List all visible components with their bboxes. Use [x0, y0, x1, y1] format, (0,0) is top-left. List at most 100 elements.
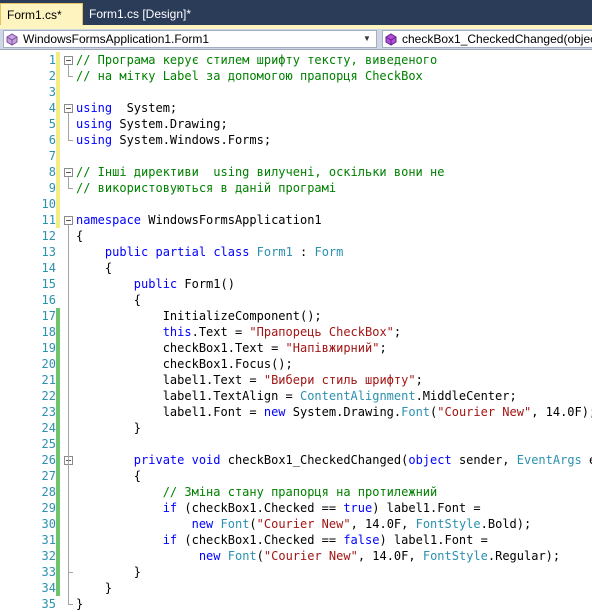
code-line[interactable]: public partial class Form1 : Form — [76, 244, 343, 260]
code-token: Form1 — [256, 245, 293, 259]
collapse-toggle-icon[interactable] — [64, 216, 73, 225]
outline-guide — [68, 177, 69, 188]
code-token: { — [76, 469, 142, 483]
class-dropdown-value: WindowsFormsApplication1.Form1 — [23, 32, 210, 46]
code-line[interactable]: } — [76, 580, 112, 596]
line-number: 14 — [41, 261, 56, 275]
navigation-bar: WindowsFormsApplication1.Form1 ▼ checkBo… — [0, 29, 592, 50]
code-editor[interactable]: 1 // Програма керує стилем шрифту тексту,… — [0, 50, 592, 612]
code-line[interactable]: new Font("Courier New", 14.0F, FontStyle… — [76, 516, 532, 532]
code-line[interactable]: this.Text = "Прапорець CheckBox"; — [76, 324, 401, 340]
code-token: public — [104, 245, 149, 259]
collapse-toggle-icon[interactable] — [64, 56, 73, 65]
code-token: // Програма керує стилем шрифту тексту, … — [76, 53, 438, 67]
line-number: 22 — [41, 389, 56, 403]
code-token: .MiddleCenter; — [415, 389, 517, 403]
code-line[interactable]: } — [76, 596, 83, 612]
collapse-toggle-icon[interactable] — [64, 168, 73, 177]
code-line[interactable]: label1.TextAlign = ContentAlignment.Midd… — [76, 388, 517, 404]
outline-guide-end — [68, 572, 73, 573]
line-number: 32 — [41, 549, 56, 563]
code-line[interactable]: // на мітку Label за допомогою прапорця … — [76, 68, 423, 84]
member-dropdown[interactable]: checkBox1_CheckedChanged(object — [382, 30, 592, 48]
code-token: (checkBox1.Checked == — [177, 533, 344, 547]
code-token: new — [191, 517, 214, 531]
code-line[interactable]: { — [76, 228, 83, 244]
code-token: FontStyle — [415, 517, 481, 531]
code-token: ContentAlignment — [299, 389, 416, 403]
code-token: "Вибери стиль шрифту" — [263, 373, 416, 387]
saved-change-marker — [56, 164, 60, 180]
code-token: { — [76, 229, 84, 243]
code-line[interactable]: // Програма керує стилем шрифту тексту, … — [76, 52, 437, 68]
chevron-down-icon[interactable]: ▼ — [361, 31, 373, 47]
line-number: 10 — [41, 197, 56, 211]
code-token: "Courier New" — [263, 549, 358, 563]
code-token: .Text = — [191, 325, 250, 339]
code-line[interactable]: { — [76, 468, 141, 484]
code-line[interactable]: private void checkBox1_CheckedChanged(ob… — [76, 452, 592, 468]
line-number: 30 — [41, 517, 56, 531]
code-line[interactable]: // Зміна стану прапорця на протилежний — [76, 484, 438, 500]
code-token: namespace — [76, 213, 142, 227]
code-token: this — [162, 325, 192, 339]
code-line[interactable]: InitializeComponent(); — [76, 308, 322, 324]
code-line[interactable]: public Form1() — [76, 276, 235, 292]
line-number: 6 — [48, 133, 56, 147]
code-line[interactable]: checkBox1.Text = "Напівжирний"; — [76, 340, 387, 356]
class-dropdown[interactable]: WindowsFormsApplication1.Form1 ▼ — [3, 30, 377, 48]
unsaved-change-marker — [56, 532, 60, 548]
code-line[interactable]: checkBox1.Focus(); — [76, 356, 293, 372]
unsaved-change-marker — [56, 372, 60, 388]
code-line[interactable]: namespace WindowsFormsApplication1 — [76, 212, 322, 228]
unsaved-change-marker — [56, 436, 60, 452]
code-line[interactable]: { — [76, 260, 112, 276]
unsaved-change-marker — [56, 500, 60, 516]
code-token: label1.TextAlign = — [76, 389, 300, 403]
document-tab-strip: Form1.cs* Form1.cs [Design]* — [0, 0, 592, 29]
code-token: Form — [314, 245, 344, 259]
line-number: 11 — [41, 213, 56, 227]
code-token: System.Windows.Forms; — [112, 133, 272, 147]
code-line[interactable]: // використовуються в даній програмі — [76, 180, 336, 196]
line-number: 4 — [48, 101, 56, 115]
saved-change-marker — [56, 116, 60, 132]
code-token: partial — [155, 245, 207, 259]
line-number: 23 — [41, 405, 56, 419]
collapse-toggle-icon[interactable] — [64, 104, 73, 113]
code-token: Form1() — [177, 277, 235, 291]
saved-change-marker — [56, 180, 60, 196]
code-token: (checkBox1.Checked == — [177, 501, 344, 515]
code-line[interactable]: } — [76, 564, 141, 580]
code-line[interactable]: if (checkBox1.Checked == true) label1.Fo… — [76, 500, 481, 516]
code-line[interactable]: using System.Drawing; — [76, 116, 228, 132]
code-token: new — [198, 549, 221, 563]
code-token: using — [76, 101, 113, 115]
code-line[interactable]: { — [76, 292, 141, 308]
code-token: WindowsFormsApplication1 — [141, 213, 322, 227]
tab-label: Form1.cs* — [7, 8, 62, 22]
saved-change-marker — [56, 68, 60, 84]
code-line[interactable]: } — [76, 420, 141, 436]
tab-form1-cs[interactable]: Form1.cs* — [0, 3, 83, 25]
code-line[interactable]: label1.Text = "Вибери стиль шрифту"; — [76, 372, 423, 388]
line-number: 1 — [48, 53, 56, 67]
code-token: .Regular); — [487, 549, 561, 563]
code-line[interactable]: using System; — [76, 100, 177, 116]
unsaved-change-marker — [56, 356, 60, 372]
code-line[interactable]: using System.Windows.Forms; — [76, 132, 271, 148]
code-line[interactable]: label1.Font = new System.Drawing.Font("C… — [76, 404, 592, 420]
code-token: EventArgs — [516, 453, 582, 467]
code-line[interactable]: // Інші директиви using вилучені, оскіль… — [76, 164, 444, 180]
line-number: 3 — [48, 85, 56, 99]
code-token: } — [76, 565, 142, 579]
line-number: 31 — [41, 533, 56, 547]
code-token: } — [76, 581, 113, 595]
code-line[interactable]: new Font("Courier New", 14.0F, FontStyle… — [76, 548, 560, 564]
unsaved-change-marker — [56, 388, 60, 404]
code-token: ( — [256, 549, 264, 563]
tab-form1-design[interactable]: Form1.cs [Design]* — [83, 3, 195, 25]
code-line[interactable]: if (checkBox1.Checked == false) label1.F… — [76, 532, 488, 548]
